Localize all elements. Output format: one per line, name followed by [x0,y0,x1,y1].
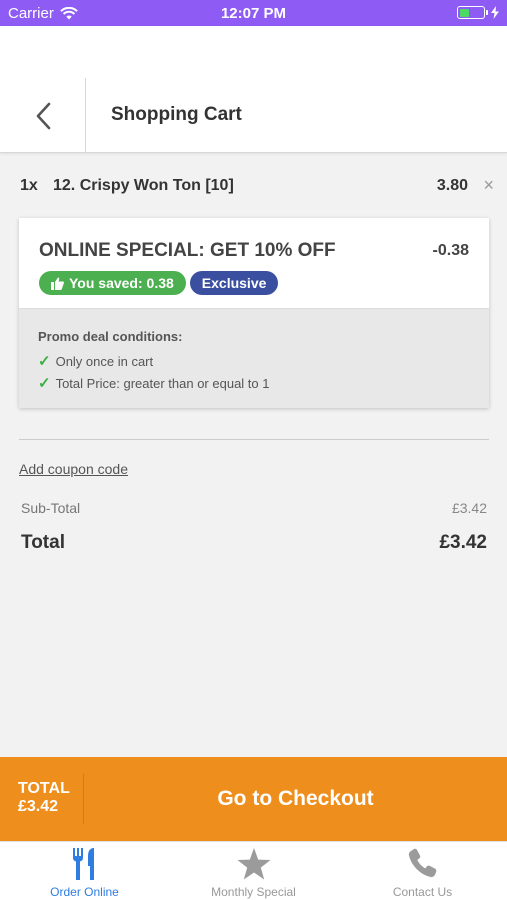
tab-order-online[interactable]: Order Online [0,842,169,900]
total-value: £3.42 [439,532,487,553]
tab-monthly-special[interactable]: Monthly Special [169,842,338,900]
tab-label: Order Online [50,885,119,899]
condition-item: ✓ Total Price: greater than or equal to … [38,374,269,392]
remove-item-button[interactable]: × [483,175,494,196]
back-button[interactable] [0,78,86,153]
checkmark-icon: ✓ [38,353,51,370]
condition-item: ✓ Only once in cart [38,352,153,370]
checkout-total-label: TOTAL [18,780,70,797]
saved-badge: You saved: 0.38 [39,271,186,295]
star-icon [237,848,270,880]
tab-label: Contact Us [392,885,453,899]
conditions-title: Promo deal conditions: [38,329,183,344]
exclusive-badge: Exclusive [189,271,279,295]
subtotal-label: Sub-Total [21,500,81,516]
go-to-checkout-button[interactable]: Go to Checkout [84,757,507,841]
item-quantity: 1x [20,177,38,194]
add-coupon-link[interactable]: Add coupon code [19,461,128,477]
page-title: Shopping Cart [111,104,242,125]
promo-discount-amount: -0.38 [432,242,469,259]
status-time: 12:07 PM [220,5,287,22]
chevron-left-icon [36,102,50,129]
navigation-header: Shopping Cart [0,26,507,153]
divider [19,439,489,440]
promo-badges: You saved: 0.38 Exclusive [39,271,279,295]
saved-badge-label: You saved: 0.38 [69,275,174,291]
battery-indicator [457,6,499,19]
phone-icon [408,848,436,878]
cart-item-row: 1x 12. Crispy Won Ton [10] 3.80 × [20,175,494,199]
condition-text: Only once in cart [55,353,154,369]
promo-title: ONLINE SPECIAL: GET 10% OFF [39,240,336,261]
promo-conditions: Promo deal conditions: ✓ Only once in ca… [19,308,489,408]
checkout-total-value: £3.42 [18,798,59,815]
fork-knife-icon [72,848,94,880]
item-name: 12. Crispy Won Ton [10] [53,177,234,194]
total-label: Total [21,532,65,553]
battery-icon [457,6,485,19]
checkout-bar: TOTAL £3.42 Go to Checkout [0,757,507,841]
charging-bolt-icon [491,6,499,19]
status-bar: Carrier 12:07 PM [0,0,507,26]
checkmark-icon: ✓ [38,375,51,392]
tab-label: Monthly Special [211,885,296,899]
thumbs-up-icon [51,277,64,290]
promo-header: ONLINE SPECIAL: GET 10% OFF -0.38 You sa… [19,218,489,308]
tab-contact-us[interactable]: Contact Us [338,842,507,900]
item-price: 3.80 [436,177,468,194]
checkout-total: TOTAL £3.42 [18,780,88,816]
condition-text: Total Price: greater than or equal to 1 [55,375,270,391]
promo-card: ONLINE SPECIAL: GET 10% OFF -0.38 You sa… [19,218,489,408]
tab-bar: Order Online Monthly Special Contact Us [0,841,507,900]
subtotal-value: £3.42 [451,500,487,516]
